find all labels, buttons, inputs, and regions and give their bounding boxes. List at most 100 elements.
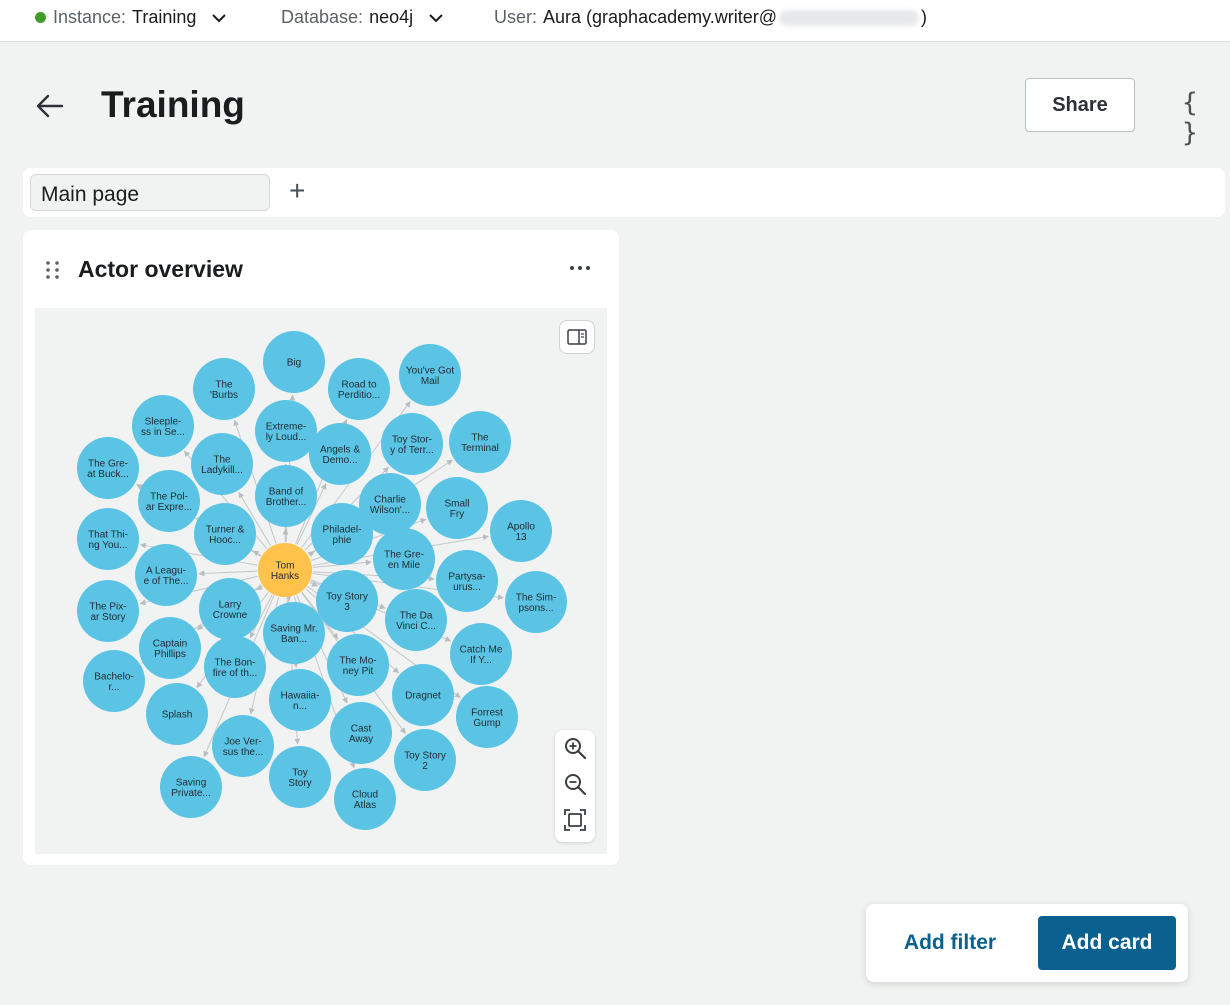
movie-node[interactable]: SmallFry	[426, 477, 488, 539]
graph-visualization[interactable]: Big The 'Burbs Road to Perditio... You've Got…	[35, 308, 607, 854]
movie-node[interactable]: Splash	[146, 683, 208, 745]
node-label: Phillips	[154, 649, 186, 660]
movie-node[interactable]: The Pix-ar Story	[77, 580, 139, 642]
add-page-plus-icon[interactable]: +	[289, 177, 305, 205]
node-label: Apollo	[507, 521, 535, 532]
movie-node[interactable]: SavingPrivate...	[160, 756, 222, 818]
node-label: phie	[333, 535, 352, 546]
movie-node[interactable]: Philadel-phie	[311, 503, 373, 565]
movie-node[interactable]: Band ofBrother...	[255, 465, 317, 527]
actor-overview-card: Actor overview Big The 'Burbs Road to Perdit…	[23, 230, 619, 865]
database-selector[interactable]: Database: neo4j	[281, 7, 445, 28]
node-label: Mail	[421, 376, 439, 387]
json-code-icon[interactable]: { }	[1182, 88, 1230, 148]
node-label: Band of	[269, 486, 304, 497]
instance-selector[interactable]: Instance: Training	[35, 7, 228, 28]
fit-to-screen-icon[interactable]	[563, 808, 587, 832]
node-label: The Bon-	[214, 657, 255, 668]
movie-node[interactable]: CastAway	[330, 702, 392, 764]
movie-node[interactable]: CaptainPhillips	[139, 617, 201, 679]
movie-node[interactable]: Partysa-urus...	[436, 550, 498, 612]
node-label: Larry	[219, 599, 242, 610]
toggle-sidebar-button[interactable]	[559, 320, 595, 354]
node-label: The Mo-	[339, 655, 376, 666]
node-label: sus the...	[223, 747, 264, 758]
movie-node[interactable]: Saving Mr.Ban...	[263, 602, 325, 664]
movie-node[interactable]: ForrestGump	[456, 686, 518, 748]
add-filter-button[interactable]: Add filter	[890, 916, 1010, 970]
node-label: The Sim-	[516, 592, 557, 603]
node-label: Toy Stor-	[392, 434, 432, 445]
node-label: Catch Me	[460, 644, 503, 655]
node-label: Turner &	[206, 524, 245, 535]
movie-node[interactable]: The Gre-en Mile	[373, 528, 435, 590]
movie-node[interactable]: Road toPerditio...	[328, 358, 390, 420]
zoom-controls	[555, 730, 595, 842]
acted-in-relationship[interactable]	[198, 570, 258, 577]
movie-node[interactable]: Catch MeIf Y...	[450, 623, 512, 685]
panel-icon	[567, 329, 587, 345]
tab-main-page[interactable]: Main page	[30, 174, 270, 211]
movie-node[interactable]: Toy Story2	[394, 729, 456, 791]
back-arrow-icon[interactable]	[34, 90, 66, 122]
movie-node[interactable]: TheLadykill...	[191, 433, 253, 495]
node-label: Bachelo-	[94, 671, 133, 682]
movie-node[interactable]: You've GotMail	[399, 344, 461, 406]
connection-status-dot	[35, 12, 46, 23]
node-label: Cloud	[352, 789, 378, 800]
node-label: 3	[344, 602, 350, 613]
movie-node[interactable]: Angels &Demo...	[309, 423, 371, 485]
add-card-button[interactable]: Add card	[1038, 916, 1176, 970]
node-label: The	[471, 432, 489, 443]
movie-node[interactable]: The Gre-at Buck...	[77, 437, 139, 499]
movie-node[interactable]: The Pol-ar Expre...	[138, 470, 200, 532]
node-label: ar Story	[90, 612, 125, 623]
movie-node[interactable]: Turner &Hooc...	[194, 503, 256, 565]
node-label: Toy Story	[326, 591, 368, 602]
node-label: Fry	[450, 509, 464, 520]
movie-node[interactable]: LarryCrowne	[199, 578, 261, 640]
movie-node[interactable]: That Thi-ng You...	[77, 508, 139, 570]
zoom-out-icon[interactable]	[563, 772, 587, 796]
node-label: Partysa-	[448, 571, 485, 582]
person-node-center[interactable]: TomHanks	[258, 543, 312, 597]
user-label: User:	[494, 7, 538, 27]
user-value-prefix: Aura (graphacademy.writer@	[543, 7, 778, 27]
node-label: en Mile	[388, 560, 421, 571]
movie-node[interactable]: A Leagu-e of The...	[135, 544, 197, 606]
node-label: ney Pit	[343, 666, 374, 677]
movie-node[interactable]: Sleeple-ss in Se...	[132, 395, 194, 457]
movie-node[interactable]: Bachelo-r...	[83, 650, 145, 712]
movie-node[interactable]: Dragnet	[392, 664, 454, 726]
drag-handle-icon[interactable]	[45, 260, 61, 280]
node-label: Private...	[171, 788, 210, 799]
movie-node[interactable]: The Sim-psons...	[505, 571, 567, 633]
movie-node[interactable]: The Mo-ney Pit	[327, 634, 389, 696]
node-label: n...	[293, 701, 307, 712]
movie-node[interactable]: Toy Stor-y of Terr...	[381, 413, 443, 475]
movie-node[interactable]: Toy Story3	[316, 570, 378, 632]
node-label: The	[215, 379, 233, 390]
movie-node[interactable]: Hawaiia-n...	[269, 669, 331, 731]
acted-in-relationship[interactable]	[252, 550, 262, 557]
movie-node[interactable]: Joe Ver-sus the...	[212, 715, 274, 777]
zoom-in-icon[interactable]	[563, 736, 587, 760]
node-label: Saving Mr.	[270, 623, 317, 634]
node-label: Toy Story	[404, 750, 446, 761]
movie-node[interactable]: The Bon-fire of th...	[204, 636, 266, 698]
movie-node[interactable]: CloudAtlas	[334, 768, 396, 830]
node-label: Tom	[276, 560, 295, 571]
node-label: The Gre-	[88, 458, 128, 469]
movie-node[interactable]: Extreme-ly Loud...	[255, 400, 317, 462]
graph-canvas[interactable]: BigThe'Burbs Road toPerditio...You've Got…	[35, 308, 607, 854]
movie-node[interactable]: The DaVinci C...	[385, 589, 447, 651]
node-label: Hawaiia-	[281, 690, 320, 701]
movie-node[interactable]: Big	[263, 331, 325, 393]
movie-node[interactable]: TheTerminal	[449, 411, 511, 473]
node-label: y of Terr...	[390, 445, 434, 456]
movie-node[interactable]: The'Burbs	[193, 358, 255, 420]
movie-node[interactable]: Apollo13	[490, 500, 552, 562]
share-button[interactable]: Share	[1025, 78, 1135, 132]
more-options-icon[interactable]	[568, 258, 592, 278]
movie-node[interactable]: ToyStory	[269, 746, 331, 808]
